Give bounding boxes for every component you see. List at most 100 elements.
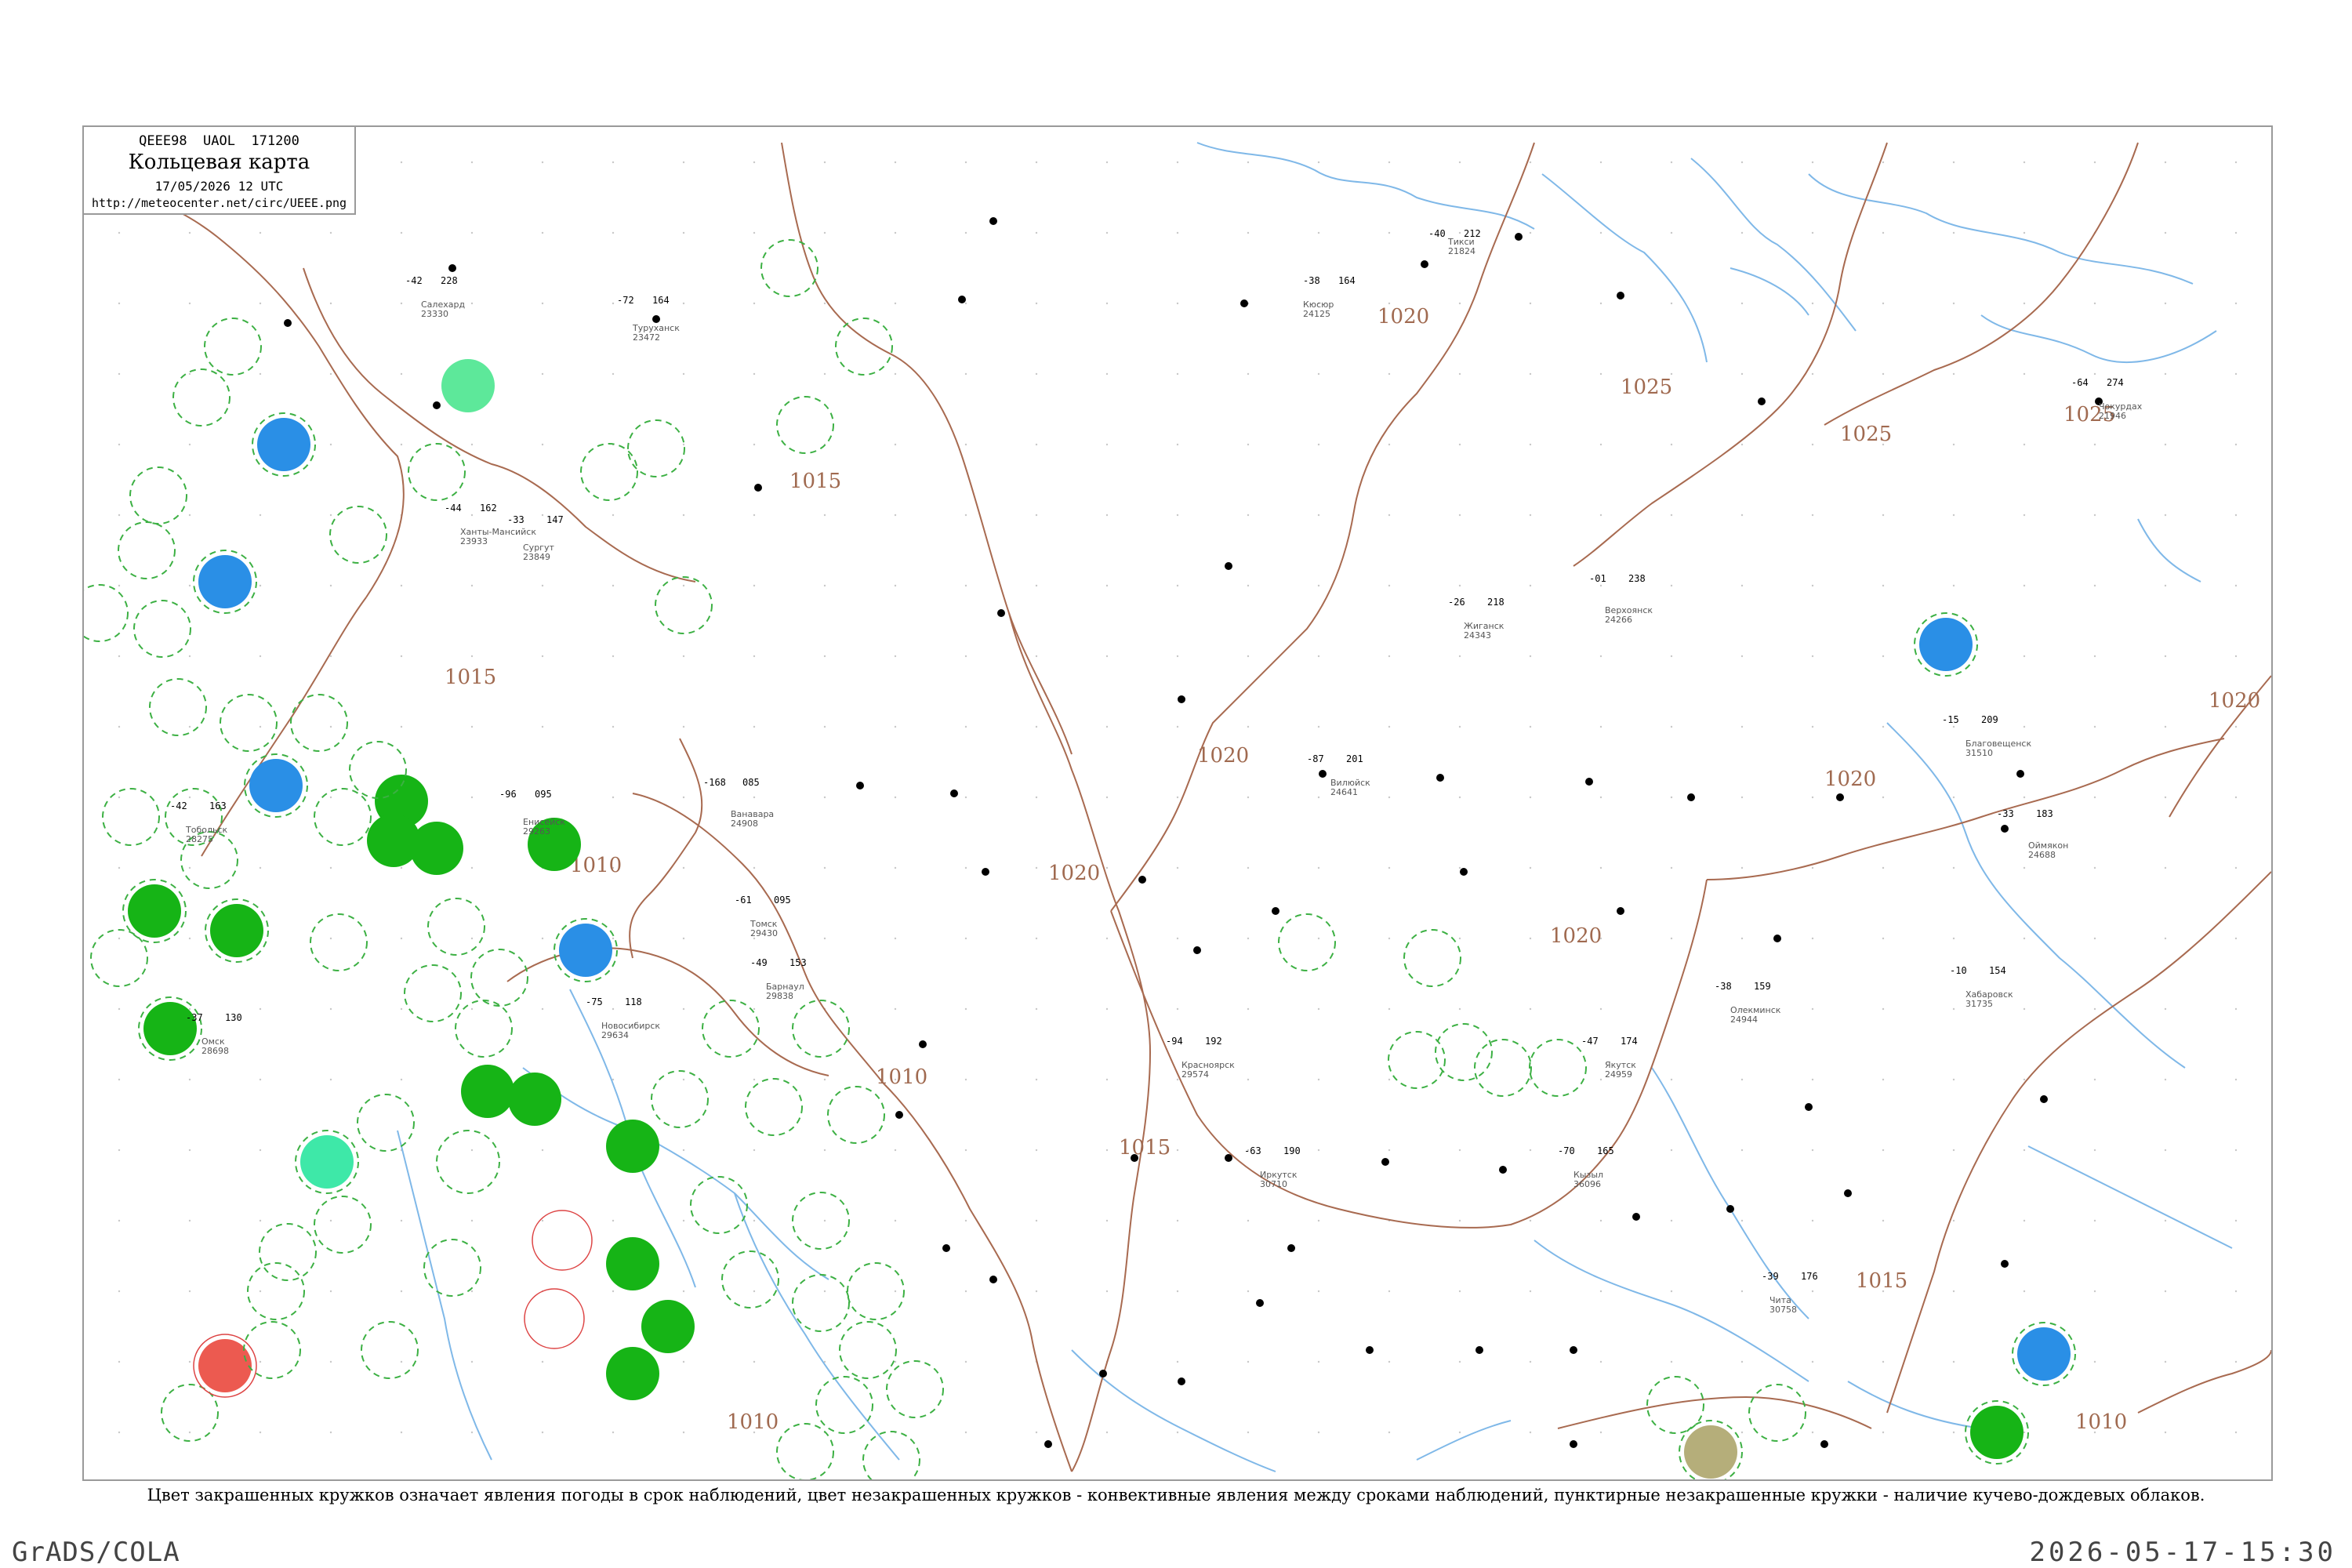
- station-temp: -63: [1244, 1145, 1261, 1156]
- station-temp: -44: [445, 503, 462, 514]
- map-title: Кольцевая карта: [128, 151, 310, 174]
- isobar-label: 1020: [2209, 689, 2260, 713]
- isobar-label: 1010: [570, 854, 622, 877]
- station-id: 30710: [1260, 1179, 1287, 1189]
- station-pressure: 163: [209, 800, 227, 811]
- map-frame[interactable]: 1015 1015 1015 1010 1010 1010 1015 1020 …: [82, 125, 2273, 1481]
- station-temp: -37: [186, 1012, 203, 1023]
- station-pressure: 095: [774, 895, 791, 906]
- station-temp: -96: [499, 789, 517, 800]
- footer-software: GrADS/COLA: [12, 1537, 180, 1568]
- station-id: 21824: [1448, 246, 1475, 256]
- station-pressure: 130: [225, 1012, 242, 1023]
- station-id: 23330: [421, 309, 448, 319]
- station-id: 24944: [1730, 1014, 1758, 1025]
- station-temp: -40: [1428, 228, 1446, 239]
- station-temp: -70: [1558, 1145, 1575, 1156]
- station-pressure: 274: [2107, 377, 2124, 388]
- station-pressure: 174: [1621, 1036, 1638, 1047]
- isobar-label: 1025: [1621, 376, 1672, 399]
- station-temp: -49: [750, 957, 768, 968]
- weather-circle-green: [143, 1002, 197, 1055]
- station-id: 29574: [1181, 1069, 1209, 1080]
- isobar-label: 1015: [445, 666, 496, 689]
- isobar-label: 1020: [1197, 744, 1249, 768]
- station-id: 36096: [1573, 1179, 1601, 1189]
- station-temp: -47: [1581, 1036, 1599, 1047]
- station-temp: -94: [1166, 1036, 1183, 1047]
- station-temp: -39: [1762, 1271, 1779, 1282]
- station-id: 24266: [1605, 615, 1632, 625]
- station-temp: -10: [1950, 965, 1967, 976]
- map-caption: Цвет закрашенных кружков означает явлени…: [147, 1486, 2205, 1504]
- station-pressure: 085: [742, 777, 760, 788]
- isobar-label: 1020: [1048, 862, 1100, 885]
- isobar-label: 1010: [2075, 1410, 2127, 1434]
- station-temp: -87: [1307, 753, 1324, 764]
- station-id: 24641: [1330, 787, 1358, 797]
- station-pressure: 218: [1487, 597, 1504, 608]
- station-pressure: 183: [2036, 808, 2053, 819]
- isobar-label: 1015: [789, 470, 841, 493]
- station-temp: -33: [1997, 808, 2014, 819]
- weather-circle-green: [508, 1073, 561, 1126]
- isobar-label: 1010: [876, 1065, 927, 1089]
- weather-circle-green: [606, 1237, 659, 1290]
- station-id: 28698: [201, 1046, 229, 1056]
- station-id: 24959: [1605, 1069, 1632, 1080]
- station-pressure: 164: [1338, 275, 1356, 286]
- weather-circle-green: [410, 822, 463, 875]
- station-id: 29838: [766, 991, 793, 1001]
- station-temp: -42: [405, 275, 423, 286]
- station-pressure: 192: [1205, 1036, 1222, 1047]
- station-temp: -15: [1942, 714, 1959, 725]
- weather-circle-blue: [559, 924, 612, 977]
- synoptic-map[interactable]: 1015 1015 1015 1010 1010 1010 1015 1020 …: [84, 127, 2271, 1479]
- station-temp: -168: [703, 777, 726, 788]
- station-pressure: 201: [1346, 753, 1363, 764]
- weather-circle-blue: [1919, 618, 1973, 671]
- station-pressure: 165: [1597, 1145, 1614, 1156]
- station-id: 23933: [460, 536, 488, 546]
- station-pressure: 147: [546, 514, 564, 525]
- station-pressure: 164: [652, 295, 670, 306]
- station-pressure: 176: [1801, 1271, 1818, 1282]
- weather-circle-aqua: [441, 359, 495, 412]
- station-temp: -38: [1715, 981, 1732, 992]
- station-id: 30758: [1769, 1305, 1797, 1315]
- isobar-label: 1020: [1824, 768, 1876, 791]
- station-pressure: 095: [535, 789, 552, 800]
- isobar-label: 1010: [727, 1410, 779, 1434]
- weather-circle-blue: [2017, 1327, 2071, 1381]
- isobar-label: 1020: [1377, 305, 1429, 328]
- station-pressure: 159: [1754, 981, 1771, 992]
- weather-circle-green: [641, 1300, 695, 1353]
- station-pressure: 162: [480, 503, 497, 514]
- weather-circle-green: [461, 1065, 514, 1118]
- station-temp: -72: [617, 295, 634, 306]
- station-temp: -61: [735, 895, 752, 906]
- footer-timestamp: 2026-05-17-15:30: [2029, 1537, 2336, 1568]
- station-id: 31735: [1965, 999, 1993, 1009]
- weather-circle-green: [606, 1347, 659, 1400]
- station-pressure: 228: [441, 275, 458, 286]
- isobar-label: 1020: [1550, 924, 1602, 948]
- station-temp: -01: [1589, 573, 1606, 584]
- station-id: 31510: [1965, 748, 1993, 758]
- station-id: 28275: [186, 834, 213, 844]
- station-temp: -26: [1448, 597, 1465, 608]
- isobar-label: 1015: [1856, 1269, 1907, 1293]
- station-temp: -64: [2071, 377, 2089, 388]
- weather-circle-aqua: [300, 1135, 354, 1189]
- isobar-label: 1015: [1119, 1136, 1171, 1160]
- station-temp: -42: [170, 800, 187, 811]
- station-pressure: 153: [789, 957, 807, 968]
- station-id: 29263: [523, 826, 550, 837]
- station-temp: -75: [586, 996, 603, 1007]
- station-id: 24688: [2028, 850, 2056, 860]
- map-url[interactable]: http://meteocenter.net/circ/UEEE.png: [84, 196, 354, 210]
- station-id: 29430: [750, 928, 778, 938]
- station-id: 29634: [601, 1030, 629, 1040]
- station-pressure: 212: [1464, 228, 1481, 239]
- station-id: 21946: [2099, 411, 2126, 421]
